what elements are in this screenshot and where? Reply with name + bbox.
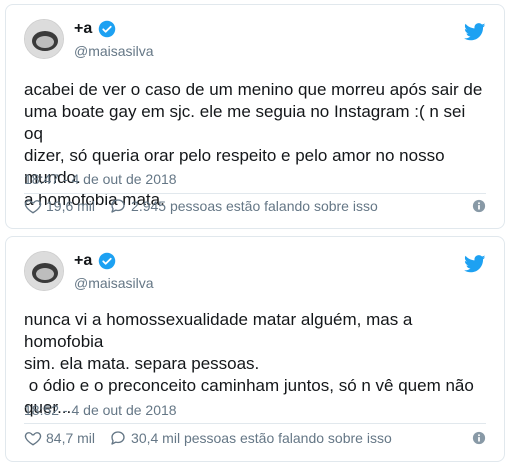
display-name[interactable]: +a [74, 252, 116, 270]
like-button[interactable]: 84,7 mil [24, 429, 95, 447]
tweet-actions: 84,7 mil 30,4 mil pessoas estão falando … [24, 429, 486, 447]
reply-count: 30,4 mil pessoas estão falando sobre iss… [131, 430, 392, 446]
tweet-actions: 19,6 mil 2.945 pessoas estão falando sob… [24, 197, 486, 215]
display-name[interactable]: +a [74, 20, 116, 38]
reply-bubble-icon [111, 199, 125, 213]
twitter-bird-icon[interactable] [464, 255, 486, 273]
info-icon[interactable] [472, 199, 486, 213]
reply-count: 2.945 pessoas estão falando sobre isso [131, 198, 378, 214]
divider [24, 423, 486, 424]
heart-icon [24, 200, 42, 214]
reply-button[interactable]: 2.945 pessoas estão falando sobre isso [109, 197, 378, 215]
verified-badge-icon [99, 20, 116, 38]
like-count: 84,7 mil [46, 430, 96, 446]
tweet-card-1[interactable]: +a @maisasilva acabei de ver o caso de u… [5, 4, 505, 229]
user-handle[interactable]: @maisasilva [74, 275, 154, 291]
avatar[interactable] [24, 251, 64, 291]
reply-button[interactable]: 30,4 mil pessoas estão falando sobre iss… [109, 429, 392, 447]
display-name-text[interactable]: +a [74, 252, 92, 270]
heart-icon [24, 432, 42, 446]
verified-badge-icon [99, 252, 116, 270]
twitter-bird-icon[interactable] [464, 23, 486, 41]
display-name-text[interactable]: +a [74, 20, 92, 38]
like-button[interactable]: 19,6 mil [24, 197, 95, 215]
user-handle[interactable]: @maisasilva [74, 43, 154, 59]
avatar[interactable] [24, 19, 64, 59]
tweet-card-2[interactable]: +a @maisasilva nunca vi a homossexualida… [5, 236, 505, 462]
reply-bubble-icon [111, 431, 125, 445]
info-icon[interactable] [472, 431, 486, 445]
tweet-timestamp[interactable]: 18:52 - 4 de out de 2018 [24, 402, 177, 418]
divider [24, 193, 486, 194]
tweet-text: acabei de ver o caso de um menino que mo… [24, 80, 483, 209]
tweet-timestamp[interactable]: 18:47 - 4 de out de 2018 [24, 171, 177, 187]
like-count: 19,6 mil [46, 198, 96, 214]
